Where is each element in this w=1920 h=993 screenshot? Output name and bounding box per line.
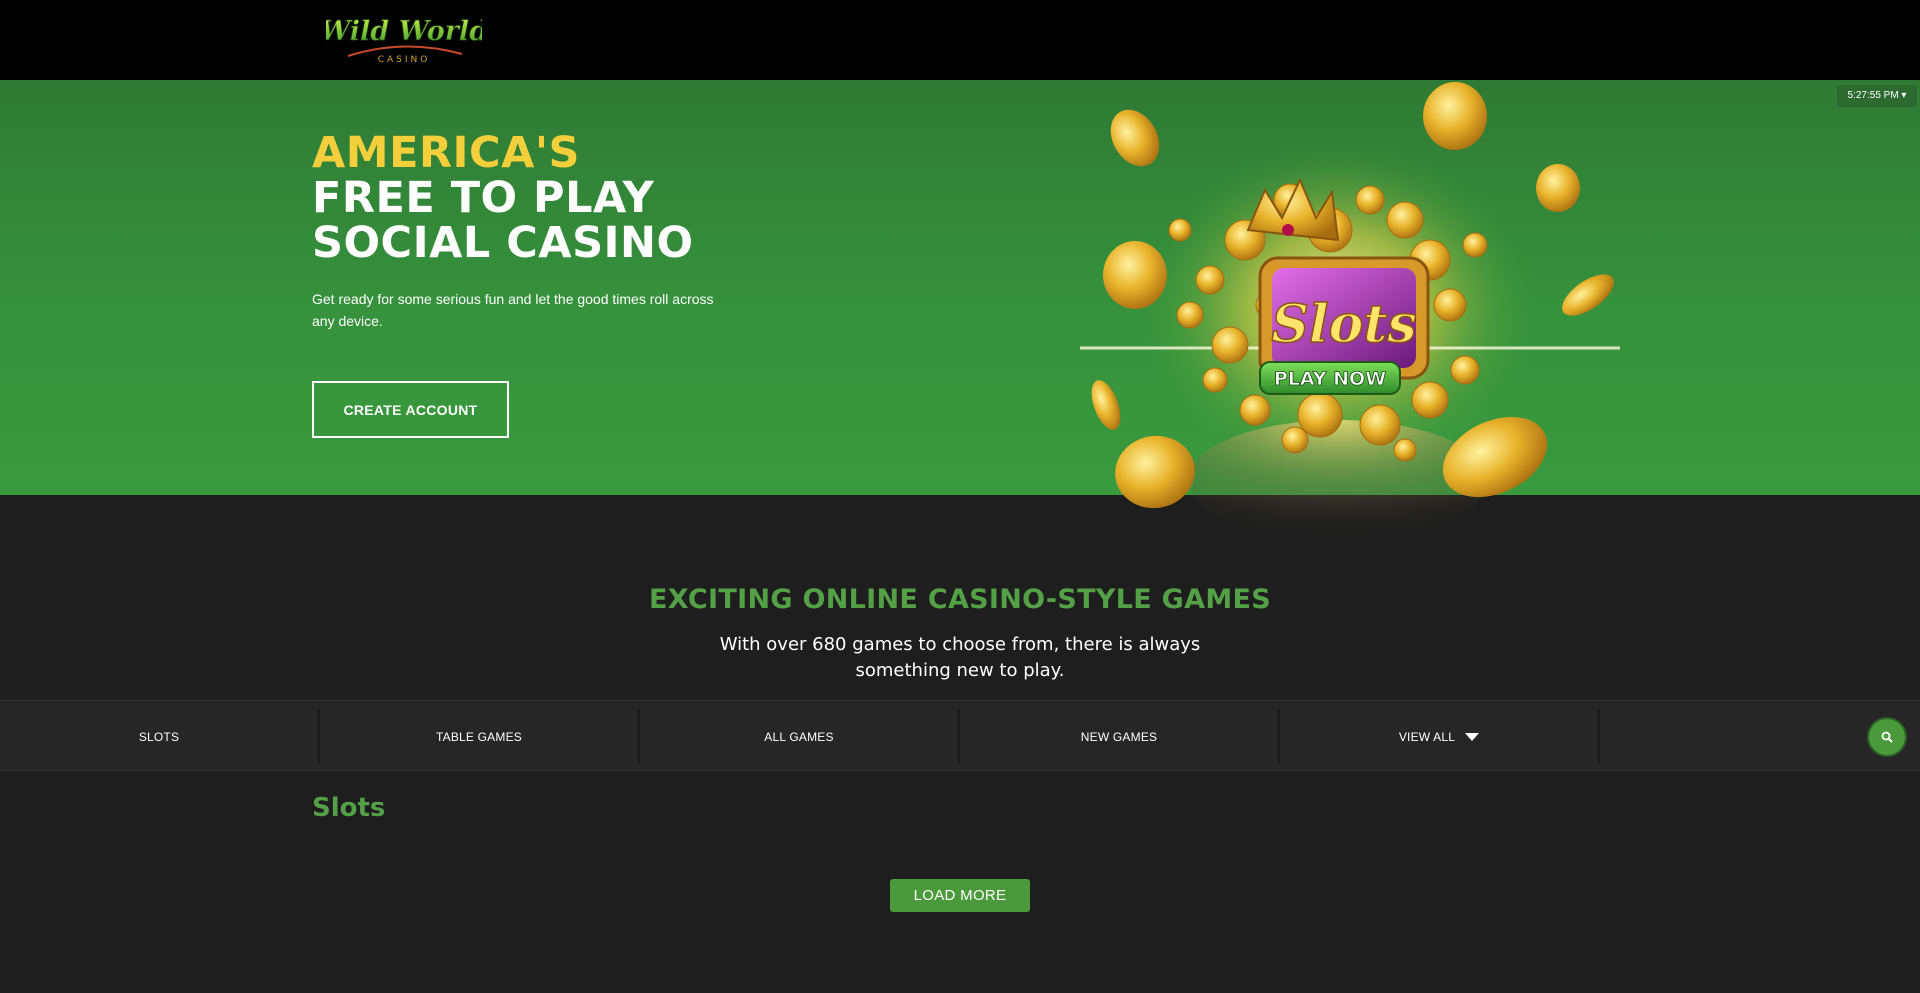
svg-text:Wild World: Wild World xyxy=(326,16,482,47)
search-icon xyxy=(1881,731,1893,743)
game-category-bar: SLOTS TABLE GAMES ALL GAMES NEW GAMES VI… xyxy=(0,700,1920,771)
promo-play-now-button: PLAY NOW xyxy=(1274,368,1386,390)
caret-down-icon xyxy=(1465,732,1480,741)
category-view-all-label: VIEW ALL xyxy=(1398,729,1456,744)
slots-heading: Slots xyxy=(312,793,386,823)
wild-world-casino-logo[interactable]: Wild World CASINO xyxy=(326,10,482,66)
nav-games[interactable]: GAMES xyxy=(0,0,58,17)
category-table-games-label: TABLE GAMES xyxy=(435,729,522,744)
clock-widget[interactable]: 5:27:55 PM ▾ xyxy=(1837,85,1917,107)
category-view-all-dropdown[interactable]: VIEW ALL xyxy=(1280,701,1598,772)
category-slots-label: SLOTS xyxy=(138,729,180,744)
hero-headline-line1: AMERICA'S xyxy=(312,128,581,178)
promo-slots-title: Slots xyxy=(1271,294,1416,355)
svg-text:CASINO: CASINO xyxy=(378,55,431,65)
category-table-games[interactable]: TABLE GAMES xyxy=(320,701,638,772)
nav-login[interactable]: LOGIN xyxy=(201,0,251,17)
search-button[interactable] xyxy=(1867,717,1907,757)
hero-subtitle: Get ready for some serious fun and let t… xyxy=(312,291,714,329)
category-slots[interactable]: SLOTS xyxy=(0,701,318,772)
category-divider xyxy=(1598,709,1600,764)
section-title: EXCITING ONLINE CASINO-STYLE GAMES xyxy=(649,584,1271,615)
hero-headline-line3: SOCIAL CASINO xyxy=(312,218,694,268)
category-all-games[interactable]: ALL GAMES xyxy=(640,701,958,772)
nav-about[interactable]: ABOUT xyxy=(61,0,116,17)
create-account-button[interactable]: CREATE ACCOUNT xyxy=(312,381,509,438)
category-all-games-label: ALL GAMES xyxy=(764,729,834,744)
slots-promo-banner[interactable]: Slots PLAY NOW xyxy=(1020,80,1640,540)
load-more-button[interactable]: LOAD MORE xyxy=(890,879,1030,912)
top-navbar: Wild World CASINO GAMES ABOUT CONTACT LO… xyxy=(0,0,1920,80)
slots-promo-graphic: Slots PLAY NOW xyxy=(1080,82,1620,540)
nav-contact[interactable]: CONTACT xyxy=(121,0,197,17)
logo-graphic: Wild World CASINO xyxy=(326,16,482,65)
category-new-games[interactable]: NEW GAMES xyxy=(960,701,1278,772)
category-new-games-label: NEW GAMES xyxy=(1080,729,1158,744)
hero-headline-line2: FREE TO PLAY xyxy=(312,173,655,223)
section-subtitle: With over 680 games to choose from, ther… xyxy=(719,634,1201,681)
